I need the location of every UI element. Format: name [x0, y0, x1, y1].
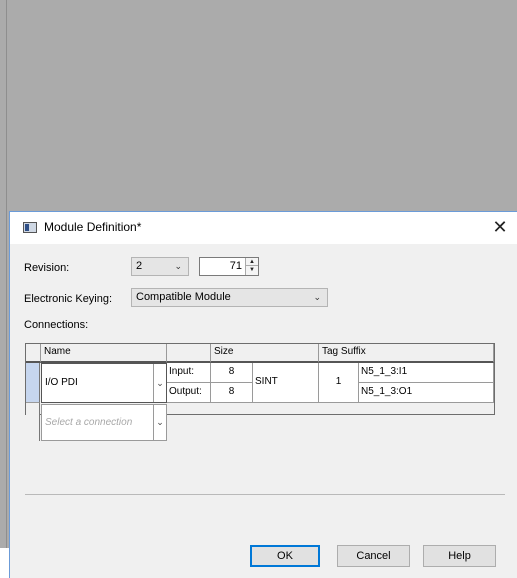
down-arrow-icon[interactable]: ▼ [246, 266, 258, 274]
keying-select[interactable]: Compatible Module ⌄ [131, 288, 328, 307]
module-icon [23, 222, 37, 233]
header-name: Name [41, 344, 167, 363]
help-button[interactable]: Help [423, 545, 496, 567]
module-definition-dialog: Module Definition* ✕ Revision: 2 ⌄ 71 ▲ … [9, 211, 517, 578]
output-size[interactable]: 8 [211, 383, 253, 403]
chevron-down-icon: ⌄ [174, 261, 182, 271]
header-tag-suffix: Tag Suffix [319, 344, 494, 363]
input-size[interactable]: 8 [211, 363, 253, 383]
tag-count: 1 [319, 363, 359, 403]
data-type: SINT [253, 363, 319, 403]
close-icon[interactable]: ✕ [490, 217, 510, 237]
select-connection-placeholder: Select a connection [45, 417, 133, 428]
up-arrow-icon[interactable]: ▲ [246, 258, 258, 266]
input-tag: N5_1_3:I1 [359, 363, 494, 383]
ok-button[interactable]: OK [250, 545, 320, 567]
grid-corner [26, 344, 41, 363]
spin-buttons: ▲ ▼ [245, 258, 258, 275]
new-connection-select[interactable]: Select a connection ⌄ [41, 404, 167, 441]
revision-minor-value: 71 [229, 260, 242, 272]
separator [25, 494, 505, 495]
revision-major-select[interactable]: 2 ⌄ [131, 257, 189, 276]
output-label: Output: [167, 383, 211, 403]
revision-major-value: 2 [136, 260, 143, 272]
connections-grid: Name Size Tag Suffix I/O PDI ⌄ Input: Ou… [25, 343, 495, 441]
chevron-down-icon[interactable]: ⌄ [153, 364, 166, 402]
chevron-down-icon[interactable]: ⌄ [153, 405, 166, 440]
background-panel [0, 548, 9, 578]
background-divider [6, 0, 7, 548]
connection-select[interactable]: I/O PDI ⌄ [41, 363, 167, 403]
header-size: Size [211, 344, 319, 363]
keying-value: Compatible Module [136, 291, 231, 303]
row-header[interactable] [26, 403, 40, 441]
cancel-button[interactable]: Cancel [337, 545, 410, 567]
input-label: Input: [167, 363, 211, 383]
dialog-titlebar[interactable]: Module Definition* ✕ [10, 212, 517, 244]
row-selector[interactable] [26, 363, 40, 403]
revision-label: Revision: [24, 262, 70, 274]
chevron-down-icon: ⌄ [313, 292, 321, 302]
output-tag: N5_1_3:O1 [359, 383, 494, 403]
revision-minor-spinner[interactable]: 71 ▲ ▼ [199, 257, 259, 276]
connections-label: Connections: [24, 319, 89, 331]
header-blank [167, 344, 211, 363]
dialog-title: Module Definition* [44, 220, 142, 234]
keying-label: Electronic Keying: [24, 293, 113, 305]
connection-name: I/O PDI [45, 377, 78, 388]
